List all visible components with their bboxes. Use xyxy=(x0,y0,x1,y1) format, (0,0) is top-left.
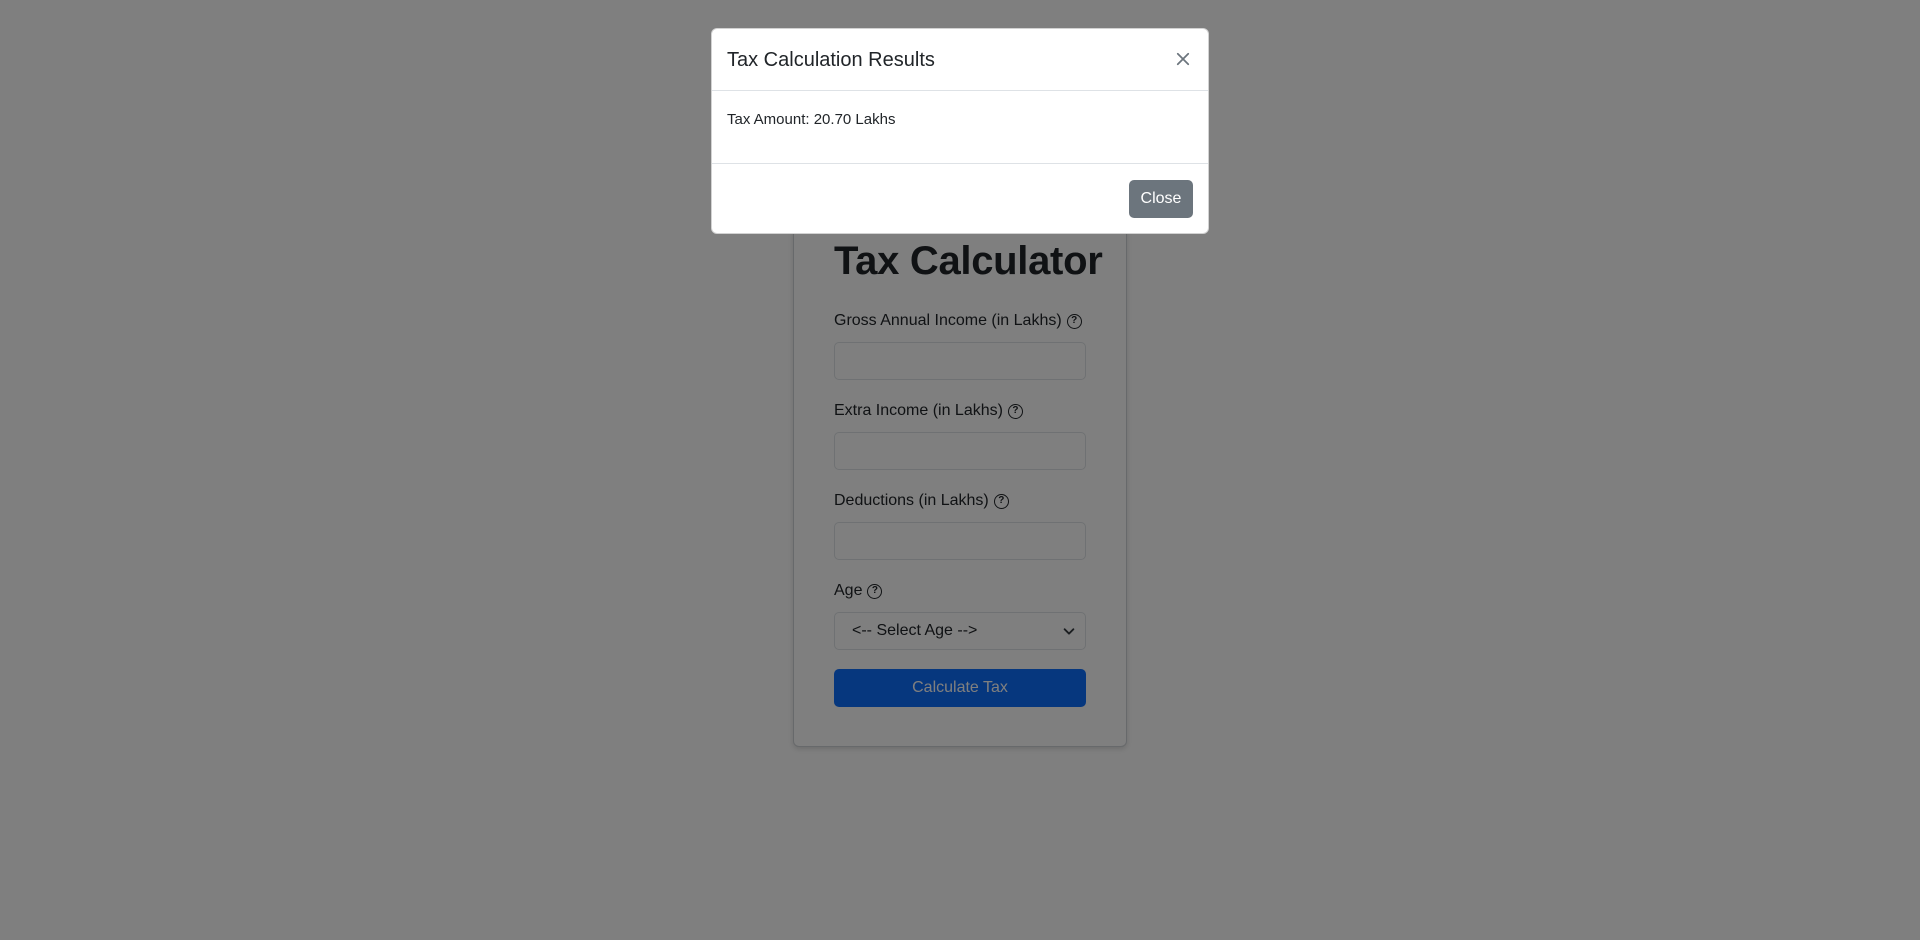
close-icon-glyph xyxy=(1176,52,1190,66)
modal-header: Tax Calculation Results xyxy=(712,29,1208,91)
close-button[interactable]: Close xyxy=(1129,180,1193,218)
modal-title: Tax Calculation Results xyxy=(727,49,935,71)
results-modal: Tax Calculation Results Tax Amount: 20.7… xyxy=(711,28,1209,234)
tax-amount-result: Tax Amount: 20.70 Lakhs xyxy=(727,111,896,128)
modal-footer: Close xyxy=(712,164,1208,233)
modal-body: Tax Amount: 20.70 Lakhs xyxy=(712,91,1208,164)
close-icon[interactable] xyxy=(1172,48,1194,70)
